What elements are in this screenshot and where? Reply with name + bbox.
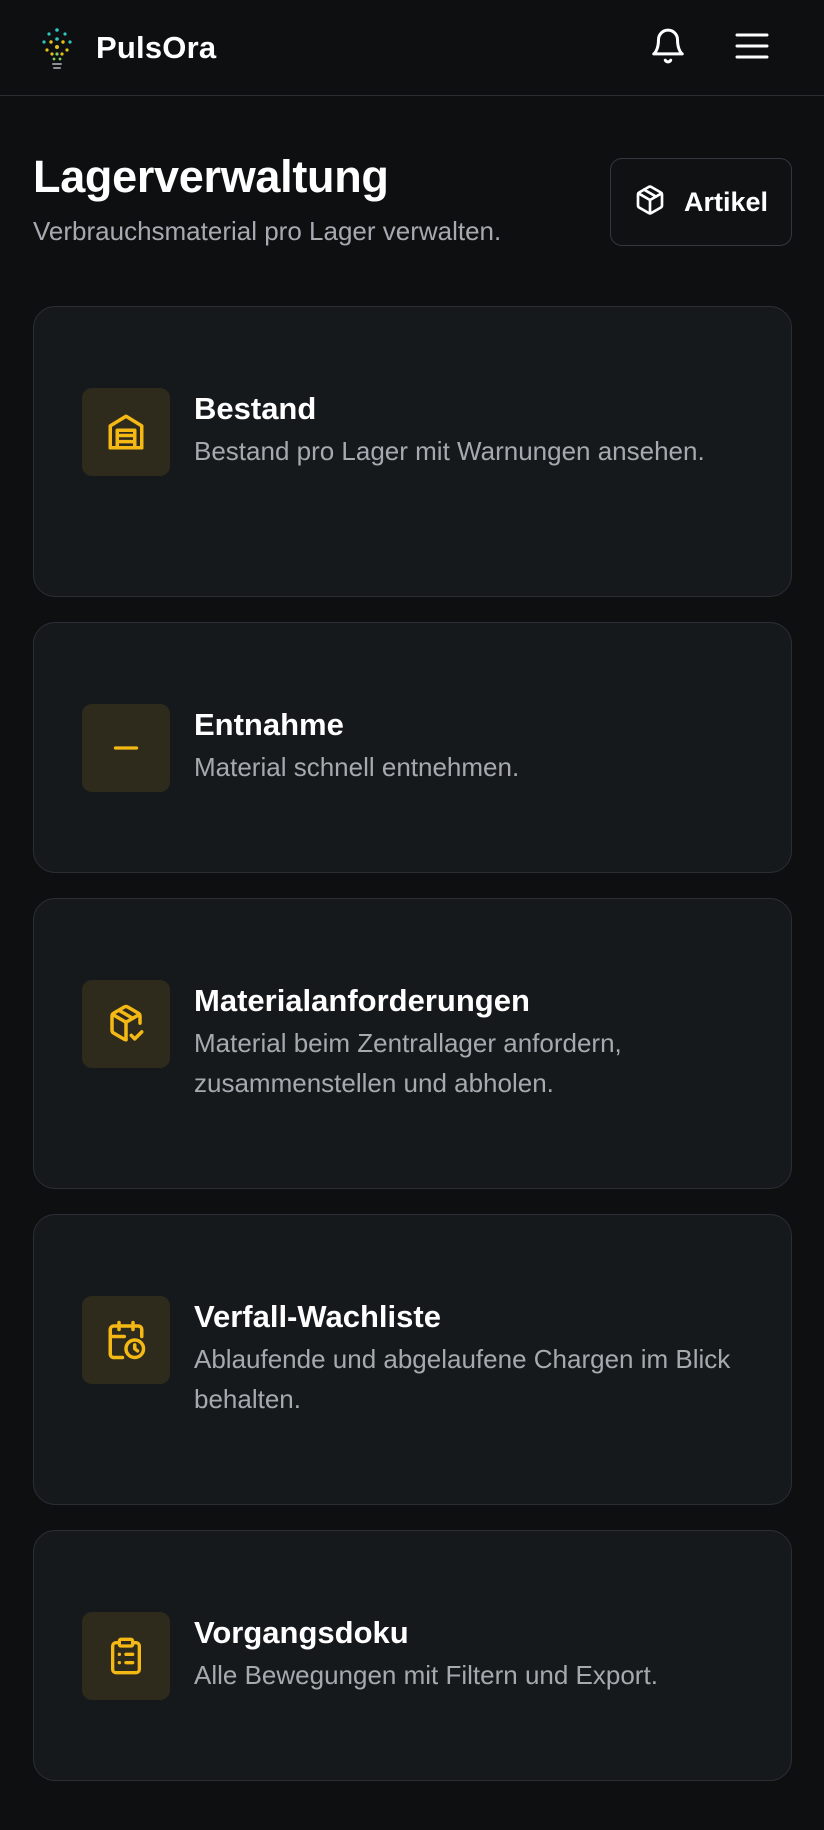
card-title: Verfall-Wachliste xyxy=(194,1299,441,1334)
card-title: Vorgangsdoku xyxy=(194,1615,409,1650)
notifications-button[interactable] xyxy=(642,22,694,74)
card-bestand[interactable]: Bestand Bestand pro Lager mit Warnungen … xyxy=(33,306,792,597)
artikel-button[interactable]: Artikel xyxy=(610,158,792,246)
app-name: PulsOra xyxy=(96,30,217,65)
card-title: Materialanforderungen xyxy=(194,983,530,1018)
hamburger-menu-icon xyxy=(734,30,770,67)
card-materialanforderungen[interactable]: Materialanforderungen Material beim Zent… xyxy=(33,898,792,1189)
page-header: Lagerverwaltung Verbrauchsmaterial pro L… xyxy=(33,148,593,248)
card-text: Materialanforderungen Material beim Zent… xyxy=(194,981,754,1103)
card-description: Alle Bewegungen mit Filtern und Export. xyxy=(194,1660,658,1690)
card-description: Ablaufende und abgelaufene Chargen im Bl… xyxy=(194,1344,731,1414)
page-subtitle: Verbrauchsmaterial pro Lager verwalten. xyxy=(33,216,502,246)
card-vorgangsdoku[interactable]: Vorgangsdoku Alle Bewegungen mit Filtern… xyxy=(33,1530,792,1781)
card-entnahme[interactable]: Entnahme Material schnell entnehmen. xyxy=(33,622,792,873)
cube-icon xyxy=(634,184,666,221)
artikel-button-label: Artikel xyxy=(683,186,769,217)
card-description: Material schnell entnehmen. xyxy=(194,752,520,782)
warehouse-icon xyxy=(82,388,170,476)
card-text: Vorgangsdoku Alle Bewegungen mit Filtern… xyxy=(194,1613,754,1695)
page-title: Lagerverwaltung xyxy=(33,151,389,202)
menu-button[interactable] xyxy=(726,22,778,74)
lightbulb-dots-icon xyxy=(36,24,78,72)
brand[interactable]: PulsOra xyxy=(36,24,216,72)
clipboard-list-icon xyxy=(82,1612,170,1700)
card-description: Bestand pro Lager mit Warnungen ansehen. xyxy=(194,436,705,466)
card-title: Bestand xyxy=(194,391,317,426)
card-text: Entnahme Material schnell entnehmen. xyxy=(194,705,754,787)
calendar-clock-icon xyxy=(82,1296,170,1384)
package-check-icon xyxy=(82,980,170,1068)
card-text: Bestand Bestand pro Lager mit Warnungen … xyxy=(194,389,754,471)
minus-icon xyxy=(82,704,170,792)
card-description: Material beim Zentrallager anfordern, zu… xyxy=(194,1028,622,1098)
card-title: Entnahme xyxy=(194,707,344,742)
bell-icon xyxy=(649,26,687,71)
top-bar: PulsOra xyxy=(0,0,824,96)
card-text: Verfall-Wachliste Ablaufende und abgelau… xyxy=(194,1297,754,1419)
card-verfall-wachliste[interactable]: Verfall-Wachliste Ablaufende und abgelau… xyxy=(33,1214,792,1505)
